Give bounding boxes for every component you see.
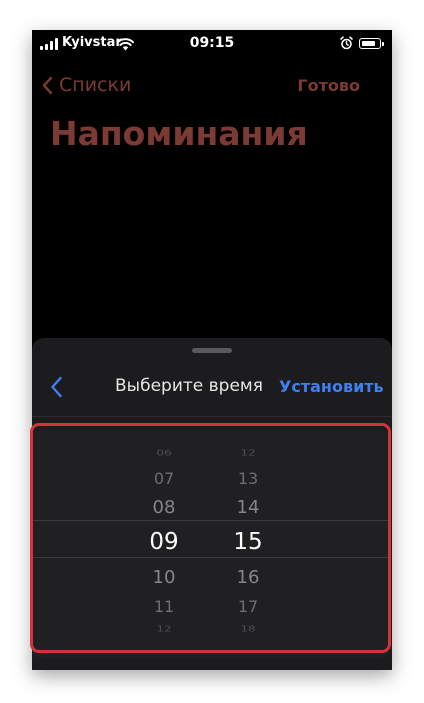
status-bar: Kyivstar 09:15 [32, 30, 392, 60]
hour-option[interactable]: 06 [134, 448, 194, 457]
minute-option[interactable]: 17 [218, 597, 278, 616]
chevron-left-icon [51, 376, 62, 398]
sheet-title: Выберите время [115, 376, 263, 396]
minute-option[interactable]: 16 [218, 567, 278, 588]
selected-minute[interactable]: 15 [218, 529, 278, 555]
phone-screen: Kyivstar 09:15 Списки Готово Напоминания… [32, 30, 392, 670]
hour-option[interactable]: 08 [134, 497, 194, 518]
selection-band [32, 520, 388, 558]
selected-hour[interactable]: 09 [134, 529, 194, 555]
status-time: 09:15 [189, 35, 235, 51]
battery-icon [359, 38, 384, 49]
alarm-icon [340, 35, 353, 54]
hour-option[interactable]: 07 [134, 469, 194, 488]
minute-option[interactable]: 14 [218, 497, 278, 518]
divider [32, 416, 392, 417]
back-label: Списки [59, 74, 132, 96]
minute-option[interactable]: 13 [218, 469, 278, 488]
time-wheel-picker[interactable]: 06 07 08 09 10 11 12 12 13 14 15 16 17 1… [32, 430, 388, 658]
sheet-back-button[interactable] [50, 376, 63, 402]
hour-option[interactable]: 11 [134, 597, 194, 616]
sheet-grabber[interactable] [192, 348, 232, 353]
hour-wheel[interactable]: 06 07 08 09 10 11 12 [134, 430, 194, 658]
time-picker-sheet: Выберите время Установить 06 07 08 09 10… [32, 338, 392, 670]
back-to-lists-button[interactable]: Списки [42, 74, 131, 96]
hour-option[interactable]: 12 [134, 624, 194, 633]
minute-option[interactable]: 12 [218, 448, 278, 457]
minute-option[interactable]: 18 [218, 624, 278, 633]
minute-wheel[interactable]: 12 13 14 15 16 17 18 [218, 430, 278, 658]
set-button[interactable]: Установить [279, 377, 384, 396]
screenshot-stage: Kyivstar 09:15 Списки Готово Напоминания… [0, 0, 424, 703]
hour-option[interactable]: 10 [134, 567, 194, 588]
chevron-left-icon [42, 76, 53, 94]
page-title: Напоминания [50, 114, 308, 153]
battery-level [361, 40, 376, 46]
done-button[interactable]: Готово [297, 76, 360, 95]
